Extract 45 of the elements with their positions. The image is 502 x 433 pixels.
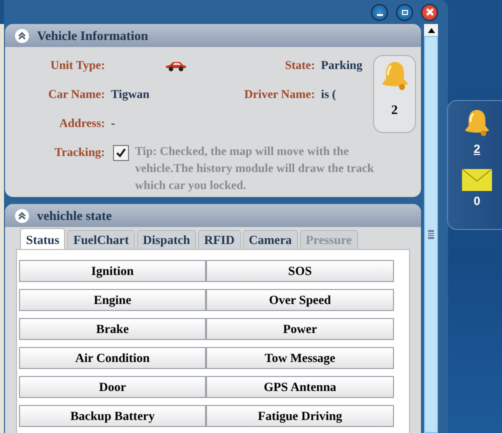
bell-icon[interactable] xyxy=(463,107,491,139)
close-icon xyxy=(426,8,434,16)
field-label: Unit Type: xyxy=(49,58,105,73)
tip-text: Tip: Checked, the map will move with the vehicle.The history module will draw the track which car you locked. xyxy=(135,143,375,194)
status-indicator: Engine xyxy=(19,289,206,311)
status-indicator: Backup Battery xyxy=(19,405,206,427)
alarm-popup[interactable]: 2 xyxy=(373,55,416,133)
alarm-count-link[interactable]: 2 xyxy=(474,142,480,156)
status-indicator: Power xyxy=(206,318,394,340)
message-count: 0 xyxy=(474,194,480,208)
maximize-button[interactable] xyxy=(396,4,413,20)
minimize-button[interactable] xyxy=(371,4,388,20)
panel-title: vehichle state xyxy=(37,208,112,224)
status-indicator: Over Speed xyxy=(206,289,394,311)
splitter-handle[interactable] xyxy=(428,230,434,239)
status-indicator: Tow Message xyxy=(206,347,394,369)
status-indicator: GPS Antenna xyxy=(206,376,394,398)
collapse-icon[interactable] xyxy=(15,208,29,222)
close-button[interactable] xyxy=(421,4,438,20)
field-value: - xyxy=(111,116,115,131)
tab[interactable]: Dispatch xyxy=(136,230,196,249)
status-indicator: SOS xyxy=(206,260,394,282)
panel-title: Vehicle Information xyxy=(37,28,148,44)
field-label: Car Name: xyxy=(47,87,105,102)
collapse-icon[interactable] xyxy=(15,28,29,42)
status-indicator: Fatigue Driving xyxy=(206,405,394,427)
car-icon xyxy=(165,60,187,72)
tab[interactable]: Camera xyxy=(242,230,298,249)
status-indicator: Ignition xyxy=(19,260,206,282)
tracking-checkbox[interactable] xyxy=(113,145,129,161)
tab[interactable]: FuelChart xyxy=(67,230,135,249)
field-value: Tigwan xyxy=(111,87,150,102)
field-label: State: xyxy=(284,58,315,73)
field-label: Driver Name: xyxy=(243,87,315,102)
bell-icon xyxy=(380,60,410,92)
tab[interactable]: RFID xyxy=(198,230,241,249)
field-value: Parking xyxy=(320,58,362,73)
tab[interactable]: Status xyxy=(20,228,66,249)
status-indicator: Brake xyxy=(19,318,206,340)
status-indicator: Door xyxy=(19,376,206,398)
alarm-count: 2 xyxy=(391,102,398,118)
status-indicator: Air Condition xyxy=(19,347,206,369)
field-label: Address: xyxy=(58,116,105,131)
field-value: is ( xyxy=(320,87,336,102)
field-label: Tracking: xyxy=(54,145,105,160)
